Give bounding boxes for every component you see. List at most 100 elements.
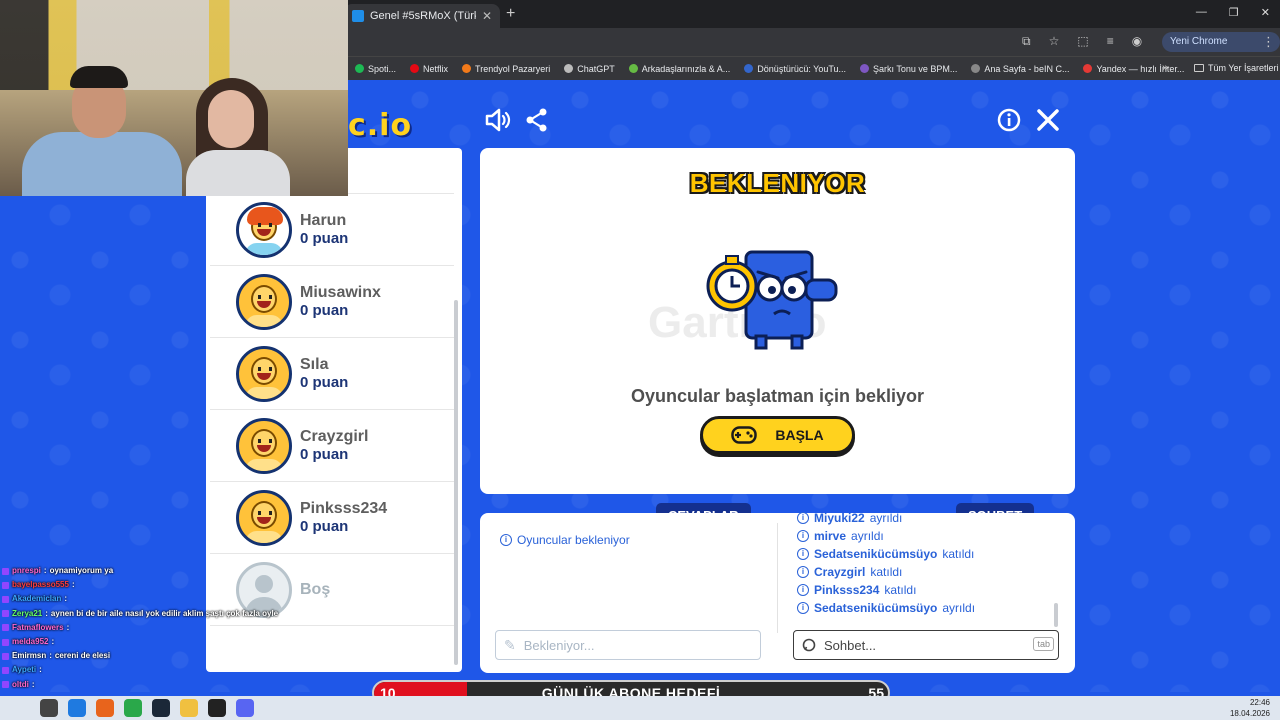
- chat-scrollbar[interactable]: [1054, 603, 1058, 627]
- bookmark-label: Yandex — hızlı İnter...: [1096, 63, 1185, 74]
- bookmark-favicon-icon: [564, 64, 574, 73]
- answer-input[interactable]: ✎ Bekleniyor...: [495, 630, 761, 660]
- close-window-icon[interactable]: ✕: [1261, 6, 1270, 19]
- bookmark-favicon-icon: [744, 64, 754, 73]
- bookmark-item[interactable]: Şarkı Tonu ve BPM...: [860, 64, 957, 74]
- bookmark-label: Ana Sayfa - beIN C...: [984, 63, 1070, 74]
- info-icon: i: [500, 534, 512, 546]
- app-icon[interactable]: [68, 699, 86, 717]
- media-icon[interactable]: ≡: [1107, 34, 1114, 49]
- chat-badge-icon: [2, 624, 9, 632]
- profile-icon[interactable]: ◉: [1132, 34, 1142, 49]
- sound-icon[interactable]: [485, 108, 511, 137]
- new-tab-button[interactable]: +: [506, 5, 515, 23]
- stream-chat-user: bayelpasso555: [12, 580, 69, 590]
- status-title: BEKLENIYOR: [689, 168, 866, 198]
- all-bookmarks-label: Tüm Yer İşaretleri: [1208, 63, 1279, 73]
- chat-badge-icon: [2, 567, 9, 575]
- stream-chat-user: Aypeti: [12, 665, 37, 675]
- steam-icon[interactable]: [152, 699, 170, 717]
- chat-badge-icon: [2, 596, 9, 603]
- bookmark-item[interactable]: Yandex — hızlı İnter...: [1083, 64, 1184, 74]
- player-name: Sıla: [300, 356, 329, 373]
- chat-user[interactable]: Sedatsenikücümsüyo: [814, 547, 937, 561]
- chat-input[interactable]: Sohbet... tab: [793, 630, 1059, 660]
- players-scrollbar[interactable]: [454, 300, 458, 665]
- browser-tab[interactable]: Genel #5sRMoX (Türkçe) - Gart ✕: [344, 4, 500, 28]
- obs-icon[interactable]: [208, 699, 226, 717]
- chat-user[interactable]: Pinksss234: [814, 583, 879, 597]
- stream-chat-user: oltdi: [12, 679, 29, 689]
- bookmark-item[interactable]: Trendyol Pazaryeri: [462, 64, 550, 74]
- stream-chat-message: Aypeti:: [2, 663, 282, 677]
- chrome-icon[interactable]: [124, 699, 142, 717]
- info-icon[interactable]: [997, 108, 1021, 137]
- player-score: 0 puan: [300, 518, 349, 535]
- stream-chat-colon: :: [66, 622, 70, 632]
- bookmark-item[interactable]: Netflix: [410, 64, 448, 74]
- stream-chat-colon: :: [31, 679, 35, 689]
- bookmark-item[interactable]: Spoti...: [355, 64, 396, 74]
- bookmark-label: Spoti...: [368, 63, 397, 74]
- windows-taskbar: 22:46 18.04.2026: [0, 696, 1280, 720]
- file-explorer-icon[interactable]: [180, 699, 198, 717]
- player-row[interactable]: Miusawinx 0 puan: [210, 266, 454, 338]
- discord-icon[interactable]: [236, 699, 254, 717]
- chat-message: i Miyuki22 ayrıldı: [797, 509, 1053, 527]
- bookmark-item[interactable]: Arkadaşlarınızla & A...: [628, 64, 730, 74]
- player-row[interactable]: Crayzgirl 0 puan: [210, 410, 454, 482]
- menu-kebab-icon[interactable]: ⋮: [1262, 34, 1275, 50]
- player-avatar: [236, 201, 292, 258]
- player-score: 0 puan: [300, 302, 349, 319]
- bookmarks-overflow-button[interactable]: »: [1162, 62, 1168, 74]
- close-game-icon[interactable]: [1036, 108, 1060, 137]
- taskbar-icons: [40, 699, 254, 717]
- minimize-icon[interactable]: —: [1196, 6, 1207, 19]
- stream-chat-colon: :: [64, 594, 68, 604]
- bookmark-label: Dönüştürücü: YouTu...: [757, 63, 847, 74]
- stream-chat-text: cereni de elesi: [54, 651, 111, 661]
- chat-user[interactable]: mirve: [814, 529, 846, 543]
- folder-icon: [1194, 64, 1204, 72]
- taskbar-clock[interactable]: 22:46 18.04.2026: [1230, 697, 1270, 719]
- chat-badge-icon: [2, 681, 9, 689]
- info-icon: i: [797, 566, 809, 578]
- start-button[interactable]: BAŞLA: [700, 416, 855, 454]
- chat-action: katıldı: [870, 565, 903, 579]
- chat-user[interactable]: Crayzgirl: [814, 565, 865, 579]
- restore-icon[interactable]: ❐: [1229, 6, 1239, 19]
- tab-close-icon[interactable]: ✕: [482, 9, 492, 23]
- chat-badge-icon: [2, 581, 9, 589]
- chat-user[interactable]: Miyuki22: [814, 511, 865, 525]
- stream-chat-colon: :: [39, 665, 42, 675]
- player-avatar: [236, 417, 292, 474]
- player-row[interactable]: Harun 0 puan: [210, 194, 454, 266]
- task-view-icon[interactable]: [40, 699, 58, 717]
- bookmark-label: Trendyol Pazaryeri: [475, 63, 551, 74]
- bookmark-star-icon[interactable]: ☆: [1049, 34, 1060, 49]
- answers-chat-divider: [777, 523, 778, 633]
- chat-badge-icon: [2, 652, 9, 660]
- player-row[interactable]: Pinksss234 0 puan: [210, 482, 454, 554]
- share-icon[interactable]: [525, 108, 549, 137]
- extensions-icon[interactable]: ⬚: [1077, 34, 1088, 49]
- game-status-card: BEKLENIYOR Gartic.io Oyuncular başlatman…: [480, 148, 1075, 494]
- chat-action: ayrıldı: [869, 511, 903, 525]
- bookmark-item[interactable]: ChatGPT: [564, 64, 615, 74]
- stream-chat-message: bayelpasso555:: [2, 578, 282, 592]
- bookmark-item[interactable]: Ana Sayfa - beIN C...: [971, 64, 1069, 74]
- stream-chat-colon: :: [45, 608, 48, 618]
- all-bookmarks-button[interactable]: Tüm Yer İşaretleri: [1194, 63, 1279, 73]
- player-row[interactable]: Sıla 0 puan: [210, 338, 454, 410]
- stream-chat-message: melda952:: [2, 635, 282, 649]
- chat-message: i Sedatsenikücümsüyo katıldı: [797, 545, 1053, 563]
- cast-icon[interactable]: ⧉: [1022, 34, 1031, 49]
- player-name: Pinksss234: [300, 500, 388, 517]
- clock-time: 22:46: [1249, 698, 1270, 707]
- bookmark-favicon-icon: [860, 64, 870, 73]
- firefox-icon[interactable]: [96, 699, 114, 717]
- chat-user[interactable]: Sedatsenikücümsüyo: [814, 601, 937, 615]
- bookmark-item[interactable]: Dönüştürücü: YouTu...: [744, 64, 846, 74]
- stream-chat-overlay: pnrespi: oynamiyorum ya bayelpasso555: Akad…: [2, 564, 282, 692]
- info-icon: i: [797, 548, 809, 560]
